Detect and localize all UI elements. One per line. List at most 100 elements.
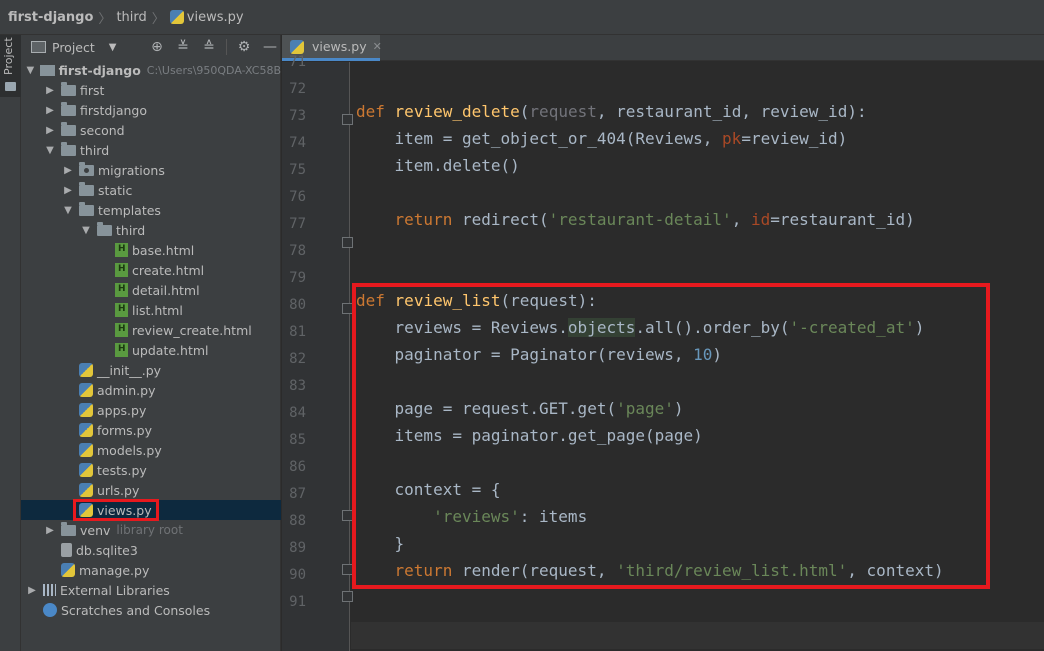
collapse-all-icon[interactable]: ≙: [200, 38, 218, 56]
breadcrumb-file[interactable]: views.py: [187, 10, 244, 25]
line-number: 89: [289, 540, 306, 556]
project-view-selector[interactable]: Project: [52, 40, 95, 55]
breadcrumb-separator-icon: 〉: [98, 11, 112, 27]
editor-tab-bar: views.py ✕: [282, 35, 1044, 61]
line-number: 81: [289, 324, 306, 340]
tree-item-label: External Libraries: [60, 582, 170, 598]
tree-item-detail-html[interactable]: detail.html: [21, 280, 281, 300]
tree-item-label: migrations: [98, 162, 165, 178]
project-tree: ▼ first-django C:\Users\950QDA-XC58B ▶ f…: [21, 60, 281, 620]
tree-item-label: first-django: [58, 62, 141, 78]
chevron-down-icon[interactable]: ▼: [61, 205, 75, 216]
python-file-icon: [169, 10, 184, 24]
tree-item-label: list.html: [132, 302, 183, 318]
tree-item-review-create-html[interactable]: review_create.html: [21, 320, 281, 340]
line-number: 83: [289, 378, 306, 394]
line-number: 79: [289, 270, 306, 286]
package-folder-icon: [79, 162, 94, 176]
line-number: 75: [289, 162, 306, 178]
tree-item-first[interactable]: ▶ first: [21, 80, 281, 100]
tree-item-create-html[interactable]: create.html: [21, 260, 281, 280]
python-file-icon: [290, 39, 304, 54]
breadcrumb-folder[interactable]: third: [116, 10, 146, 25]
chevron-right-icon[interactable]: ▶: [61, 185, 75, 196]
minimize-icon[interactable]: —: [261, 38, 279, 56]
breadcrumb-project[interactable]: first-django: [8, 10, 93, 25]
tree-item-db-sqlite3[interactable]: db.sqlite3: [21, 540, 281, 560]
tree-item-apps-py[interactable]: apps.py: [21, 400, 281, 420]
line-number: 77: [289, 216, 306, 232]
close-icon[interactable]: ✕: [373, 40, 382, 53]
python-file-icon: [79, 423, 93, 437]
tree-item-venv[interactable]: ▶ venv library root: [21, 520, 281, 540]
tree-item-external-libraries[interactable]: ▶ External Libraries: [21, 580, 281, 600]
tree-item-update-html[interactable]: update.html: [21, 340, 281, 360]
review-list-highlight-box: [352, 283, 990, 589]
python-file-icon: [79, 483, 93, 497]
tree-item-manage-py[interactable]: manage.py: [21, 560, 281, 580]
html-file-icon: [115, 303, 128, 317]
tree-item-tests-py[interactable]: tests.py: [21, 460, 281, 480]
tree-item-scratches[interactable]: Scratches and Consoles: [21, 600, 281, 620]
html-file-icon: [115, 283, 128, 297]
project-panel: Project ▼ ⊕ ≚ ≙ ⚙ — ▼ first-django C:\Us…: [21, 35, 281, 651]
chevron-down-icon[interactable]: ▼: [25, 65, 36, 76]
project-tool-button[interactable]: Project: [0, 35, 21, 97]
line-number: 84: [289, 405, 306, 421]
locate-file-icon[interactable]: ⊕: [148, 38, 166, 56]
chevron-right-icon[interactable]: ▶: [43, 105, 57, 116]
tree-item-init-py[interactable]: __init__.py: [21, 360, 281, 380]
chevron-right-icon[interactable]: ▶: [43, 525, 57, 536]
project-view-icon: [31, 41, 46, 53]
tree-item-models-py[interactable]: models.py: [21, 440, 281, 460]
tree-item-third[interactable]: ▼ third: [21, 140, 281, 160]
tree-item-first-django[interactable]: ▼ first-django C:\Users\950QDA-XC58B: [21, 60, 281, 80]
project-path: C:\Users\950QDA-XC58B: [146, 63, 281, 77]
project-tool-icon: [5, 82, 16, 91]
chevron-down-icon[interactable]: ▼: [79, 225, 93, 236]
chevron-right-icon[interactable]: ▶: [43, 85, 57, 96]
tree-item-admin-py[interactable]: admin.py: [21, 380, 281, 400]
chevron-right-icon[interactable]: ▶: [25, 585, 39, 596]
folder-icon: [61, 522, 76, 536]
gear-icon[interactable]: ⚙: [235, 38, 253, 56]
tree-item-forms-py[interactable]: forms.py: [21, 420, 281, 440]
tree-item-label: static: [98, 182, 133, 198]
tree-item-label: db.sqlite3: [76, 542, 138, 558]
line-number: 82: [289, 351, 306, 367]
project-tool-label: Project: [2, 37, 15, 75]
tree-item-firstdjango[interactable]: ▶ firstdjango: [21, 100, 281, 120]
line-number: 74: [289, 135, 306, 151]
tree-item-migrations[interactable]: ▶ migrations: [21, 160, 281, 180]
python-file-icon: [79, 443, 93, 457]
tree-item-label: templates: [98, 202, 161, 218]
tree-item-templates[interactable]: ▼ templates: [21, 200, 281, 220]
tree-item-label: review_create.html: [132, 322, 252, 338]
chevron-down-icon[interactable]: ▼: [109, 42, 117, 53]
tree-item-urls-py[interactable]: urls.py: [21, 480, 281, 500]
folder-icon: [61, 122, 76, 136]
line-number: 76: [289, 189, 306, 205]
code-line-74: item = get_object_or_404(Reviews, pk=rev…: [356, 129, 848, 148]
line-number: 85: [289, 432, 306, 448]
tree-item-second[interactable]: ▶ second: [21, 120, 281, 140]
tree-item-label: detail.html: [132, 282, 200, 298]
views-py-highlight-box: [73, 499, 159, 521]
tree-item-label: third: [116, 222, 146, 238]
tree-item-static[interactable]: ▶ static: [21, 180, 281, 200]
tree-item-third-templates[interactable]: ▼ third: [21, 220, 281, 240]
tree-item-label: update.html: [132, 342, 209, 358]
chevron-right-icon[interactable]: ▶: [61, 165, 75, 176]
tree-item-list-html[interactable]: list.html: [21, 300, 281, 320]
tab-label: views.py: [312, 39, 367, 54]
python-file-icon: [79, 403, 93, 417]
chevron-right-icon[interactable]: ▶: [43, 125, 57, 136]
python-file-icon: [61, 563, 75, 577]
tree-item-label: tests.py: [97, 462, 147, 478]
expand-all-icon[interactable]: ≚: [174, 38, 192, 56]
library-root-hint: library root: [116, 523, 183, 537]
chevron-down-icon[interactable]: ▼: [43, 145, 57, 156]
database-file-icon: [61, 543, 72, 557]
tree-item-base-html[interactable]: base.html: [21, 240, 281, 260]
folder-icon: [61, 142, 76, 156]
